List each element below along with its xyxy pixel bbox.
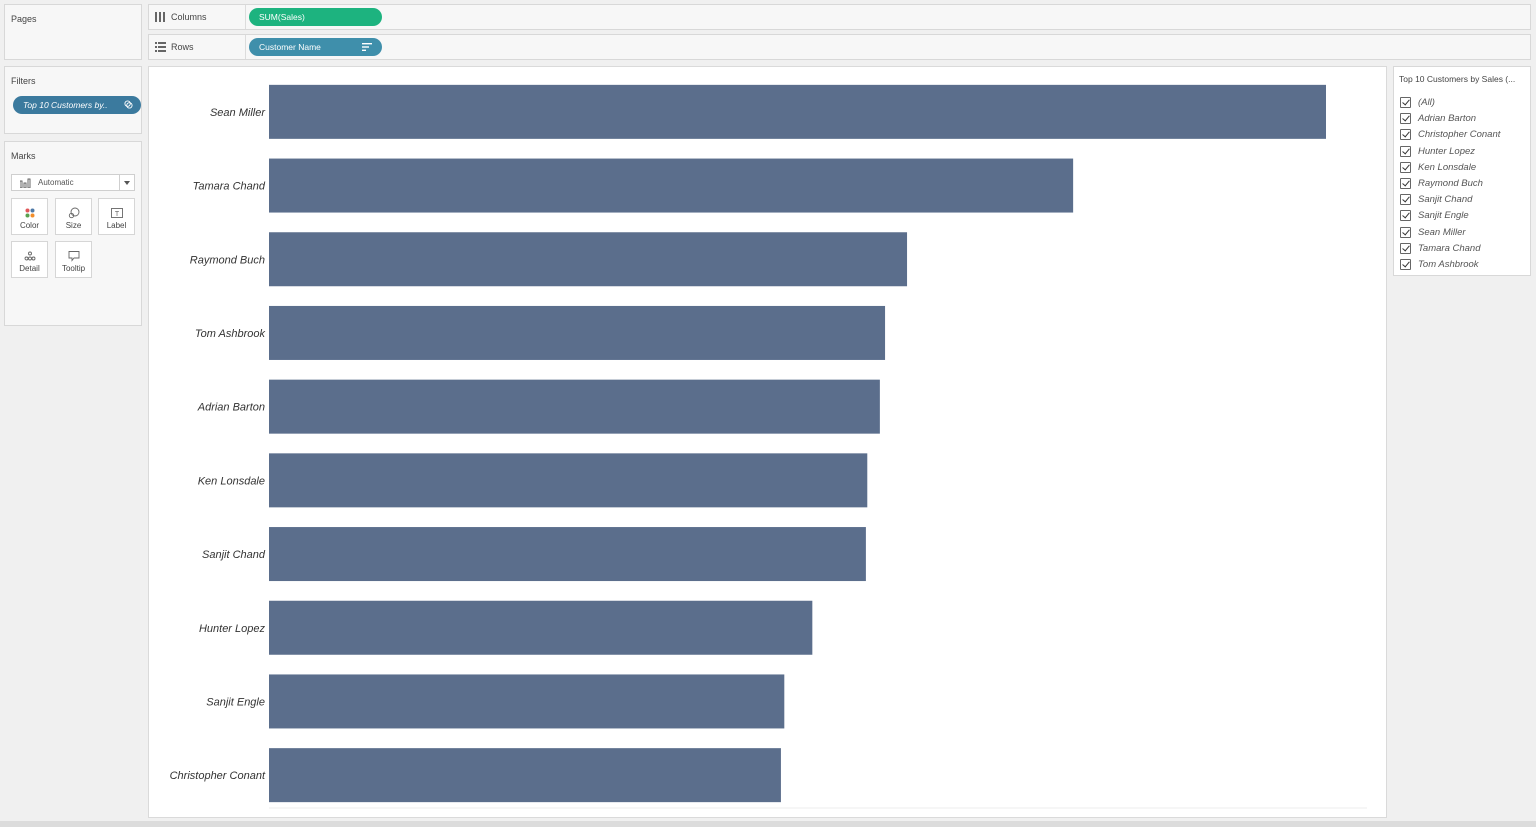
checkbox-checked-icon[interactable] [1400, 161, 1411, 173]
category-label: Adrian Barton [197, 402, 265, 414]
rows-label: Rows [171, 42, 194, 52]
checkbox-checked-icon[interactable] [1400, 226, 1411, 238]
customer-filter-item-label: Hunter Lopez [1418, 145, 1476, 157]
customer-filter-item-label: Adrian Barton [1418, 113, 1477, 125]
checkbox-checked-icon[interactable] [1400, 210, 1411, 222]
color-label: Color [19, 221, 40, 230]
category-label: Tom Ashbrook [195, 328, 266, 340]
bar[interactable] [269, 600, 813, 655]
checkbox-checked-icon[interactable] [1400, 194, 1411, 206]
checkbox-checked-icon[interactable] [1400, 145, 1411, 157]
sum-sales-pill[interactable]: SUM(Sales) [249, 8, 382, 26]
chevron-down-icon[interactable] [119, 175, 134, 190]
tooltip-label: Tooltip [61, 264, 86, 273]
category-label: Raymond Buch [190, 254, 265, 266]
bar-chart: Sean Miller Tamara Chand Raymond Buch Tom A… [170, 84, 1367, 809]
customer-filter-item-label: Tom Ashbrook [1418, 259, 1479, 270]
customer-filter-item-label: Sean Miller [1418, 226, 1466, 238]
bar[interactable] [269, 748, 781, 803]
customer-filter-item-label: (All) [1418, 97, 1435, 108]
customer-filter-item-label: Sanjit Engle [1418, 210, 1469, 222]
customer-filter-item-label: Tamara Chand [1418, 242, 1481, 254]
bar[interactable] [269, 453, 868, 508]
customer-filter-item-label: Ken Lonsdale [1418, 161, 1477, 173]
category-label: Ken Lonsdale [198, 475, 265, 487]
customer-filter-item-label: Raymond Buch [1418, 178, 1483, 189]
detail-label: Detail [19, 264, 40, 273]
customer-filter-title: Top 10 Customers by Sales (... [1399, 74, 1516, 84]
marks-card: Marks Automatic Color Size T Label Detai… [4, 141, 142, 326]
category-label: Sean Miller [210, 107, 266, 119]
chart-panel: Sean Miller Tamara Chand Raymond Buch Tom A… [148, 66, 1387, 818]
sum-sales-label: SUM(Sales) [259, 12, 305, 22]
detail-icon [24, 251, 36, 261]
svg-text:T: T [115, 211, 120, 218]
marks-title: Marks [11, 151, 36, 161]
customer-filter-card: Top 10 Customers by Sales (... (All) Adri… [1393, 66, 1531, 276]
bar[interactable] [269, 158, 1074, 213]
bar-chart-icon [20, 178, 31, 188]
filter-pill-top10[interactable]: Top 10 Customers by.. [13, 96, 141, 114]
size-button[interactable]: Size [55, 198, 92, 235]
bar[interactable] [269, 84, 1326, 139]
customer-filter-item-label: Christopher Conant [1418, 129, 1501, 141]
shelf-divider [245, 35, 246, 59]
columns-shelf[interactable]: Columns SUM(Sales) [148, 4, 1531, 30]
customer-filter-item-label: Sanjit Chand [1418, 194, 1473, 206]
label-icon: T [111, 208, 123, 218]
columns-label: Columns [171, 12, 207, 22]
filters-card: Filters Top 10 Customers by.. [4, 66, 142, 134]
rows-shelf[interactable]: Rows Customer Name [148, 34, 1531, 60]
checkbox-checked-icon[interactable] [1400, 242, 1411, 254]
label-button[interactable]: T Label [98, 198, 135, 235]
category-label: Sanjit Engle [206, 696, 265, 708]
detail-button[interactable]: Detail [11, 241, 48, 278]
category-label: Tamara Chand [193, 181, 266, 193]
checkbox-checked-icon[interactable] [1400, 178, 1411, 189]
bar[interactable] [269, 305, 886, 360]
checkbox-checked-icon[interactable] [1400, 97, 1411, 108]
filter-pill-label: Top 10 Customers by.. [23, 100, 108, 110]
category-label: Sanjit Chand [202, 549, 266, 561]
bar[interactable] [269, 527, 866, 582]
checkbox-checked-icon[interactable] [1400, 113, 1411, 125]
label-label: Label [106, 221, 127, 230]
tooltip-button[interactable]: Tooltip [55, 241, 92, 278]
tooltip-icon [68, 251, 80, 262]
columns-icon [155, 12, 165, 22]
size-icon [68, 207, 80, 219]
customer-name-label: Customer Name [259, 42, 321, 52]
set-icon [124, 100, 133, 109]
sort-descending-icon[interactable] [362, 42, 372, 52]
mark-type-select[interactable]: Automatic [11, 174, 135, 191]
size-label: Size [65, 221, 82, 230]
bar[interactable] [269, 232, 908, 287]
checkbox-checked-icon[interactable] [1400, 259, 1411, 270]
checkbox-checked-icon[interactable] [1400, 129, 1411, 141]
bar[interactable] [269, 379, 880, 434]
color-button[interactable]: Color [11, 198, 48, 235]
filters-title: Filters [11, 76, 36, 86]
pages-title: Pages [11, 14, 37, 24]
customer-name-pill[interactable]: Customer Name [249, 38, 382, 56]
category-label: Hunter Lopez [199, 623, 266, 635]
bar[interactable] [269, 674, 785, 729]
shelf-divider [245, 5, 246, 29]
sheet-tabs-bar [0, 821, 1536, 827]
color-icon [25, 208, 35, 218]
category-label: Christopher Conant [170, 770, 266, 782]
mark-type-label: Automatic [38, 178, 74, 187]
pages-card: Pages [4, 4, 142, 60]
rows-icon [155, 42, 166, 52]
